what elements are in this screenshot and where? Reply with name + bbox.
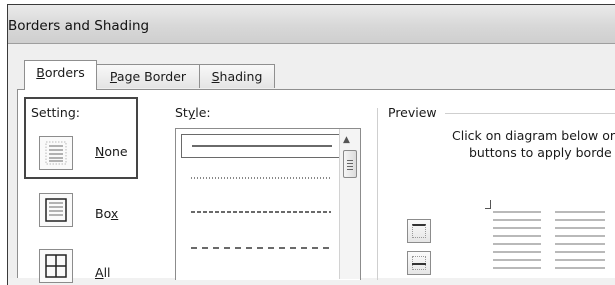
preview-corner-mark (490, 200, 491, 209)
top-border-glyph (412, 224, 426, 238)
preview-help-line2: buttons to apply borde (469, 145, 612, 160)
border-box-icon[interactable] (39, 193, 73, 227)
grip-line (347, 169, 353, 170)
style-scrollbar[interactable]: ▲ (339, 129, 360, 279)
preview-group-line (445, 113, 615, 114)
style-label: Style: (175, 105, 211, 120)
preview-text-line (493, 235, 541, 237)
tab-borders[interactable]: Borders (24, 60, 97, 90)
preview-help-line1: Click on diagram below or (452, 128, 615, 143)
preview-text-line (555, 243, 605, 245)
dialog-title: Borders and Shading (8, 18, 150, 34)
preview-text-line (493, 243, 541, 245)
preview-text-line (493, 227, 541, 229)
middle-border-line (412, 263, 426, 265)
setting-none-option[interactable]: None (95, 144, 128, 159)
preview-text-line (555, 259, 605, 261)
preview-text-line (493, 259, 541, 261)
preview-text-line (555, 211, 605, 213)
middle-border-icon[interactable] (407, 251, 431, 275)
preview-text-line (555, 227, 605, 229)
setting-box-option[interactable]: Box (95, 206, 118, 221)
preview-text-line (555, 235, 605, 237)
scroll-thumb[interactable] (343, 150, 357, 178)
style-item-long-dash[interactable] (181, 237, 341, 261)
top-border-icon[interactable] (407, 219, 431, 243)
preview-text-line (493, 267, 541, 269)
tab-label: Page Border (109, 69, 187, 84)
preview-text-line (555, 251, 605, 253)
tab-shading[interactable]: Shading (199, 64, 275, 88)
tab-label: Borders (36, 65, 85, 80)
tab-page-border[interactable]: Page Border (96, 64, 200, 88)
preview-text-line (555, 267, 605, 269)
preview-text-line (493, 219, 541, 221)
preview-separator (377, 108, 378, 280)
border-none-icon[interactable] (39, 136, 73, 170)
grip-line (347, 160, 353, 161)
grip-line (347, 163, 353, 164)
scroll-up-arrow-icon[interactable]: ▲ (343, 135, 350, 145)
preview-text-line (555, 219, 605, 221)
style-item-dotted[interactable] (181, 167, 341, 191)
style-item-short-dash[interactable] (181, 201, 341, 225)
style-listbox[interactable] (175, 128, 361, 280)
grip-line (347, 166, 353, 167)
preview-text-line (493, 211, 541, 213)
preview-label: Preview (388, 105, 437, 120)
tab-label: Shading (211, 69, 263, 84)
preview-text-line (493, 251, 541, 253)
style-item-solid[interactable] (181, 134, 341, 158)
borders-and-shading-dialog: Borders and Shading Borders Page Border … (0, 0, 615, 285)
